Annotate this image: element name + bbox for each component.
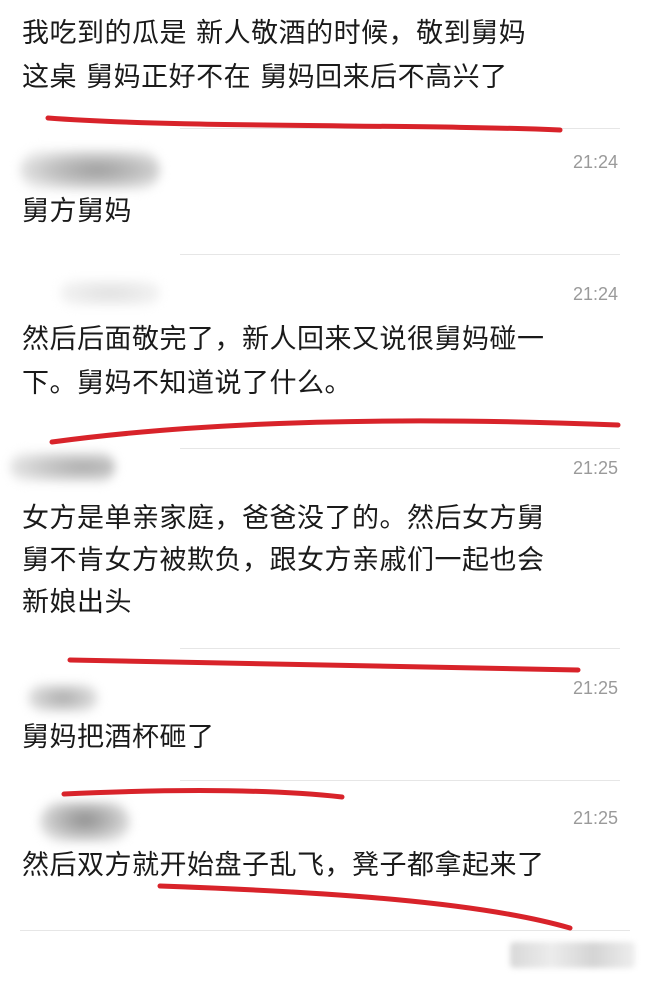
message-4-line-3: 新娘出头 [22,587,132,618]
message-6-line-1: 然后双方就开始盘子乱飞，凳子都拿起来了 [22,850,545,881]
red-underline-mark [157,883,573,931]
red-underline-mark [67,657,581,673]
divider [180,448,620,449]
divider [20,930,630,931]
message-5-line-1: 舅妈把酒杯砸了 [22,722,215,753]
timestamp: 21:25 [572,808,618,828]
divider [180,780,620,781]
timestamp: 21:25 [572,458,618,478]
divider [180,254,620,255]
divider [180,648,620,649]
message-1-line-2: 这桌 舅妈正好不在 舅妈回来后不高兴了 [22,62,508,93]
message-1-line-1: 我吃到的瓜是 新人敬酒的时候，敬到舅妈 [22,18,527,49]
blurred-watermark [510,942,635,968]
message-4-line-2: 舅不肯女方被欺负，跟女方亲戚们一起也会 [22,545,545,576]
message-3-line-2: 下。舅妈不知道说了什么。 [22,368,352,399]
timestamp: 21:24 [572,152,618,172]
message-2-line-1: 舅方舅妈 [22,196,132,227]
timestamp: 21:25 [572,678,618,698]
divider [180,128,620,129]
blurred-avatar [40,802,130,842]
timestamp: 21:24 [572,284,618,304]
message-3-line-1: 然后后面敬完了，新人回来又说很舅妈碰一 [22,324,545,355]
message-4-line-1: 女方是单亲家庭，爸爸没了的。然后女方舅 [22,503,545,534]
blurred-avatar [10,452,115,482]
blurred-avatar [20,150,160,190]
red-underline-mark [61,788,345,800]
blurred-avatar [60,280,160,306]
blurred-avatar [28,684,98,712]
red-underline-mark [49,418,621,445]
